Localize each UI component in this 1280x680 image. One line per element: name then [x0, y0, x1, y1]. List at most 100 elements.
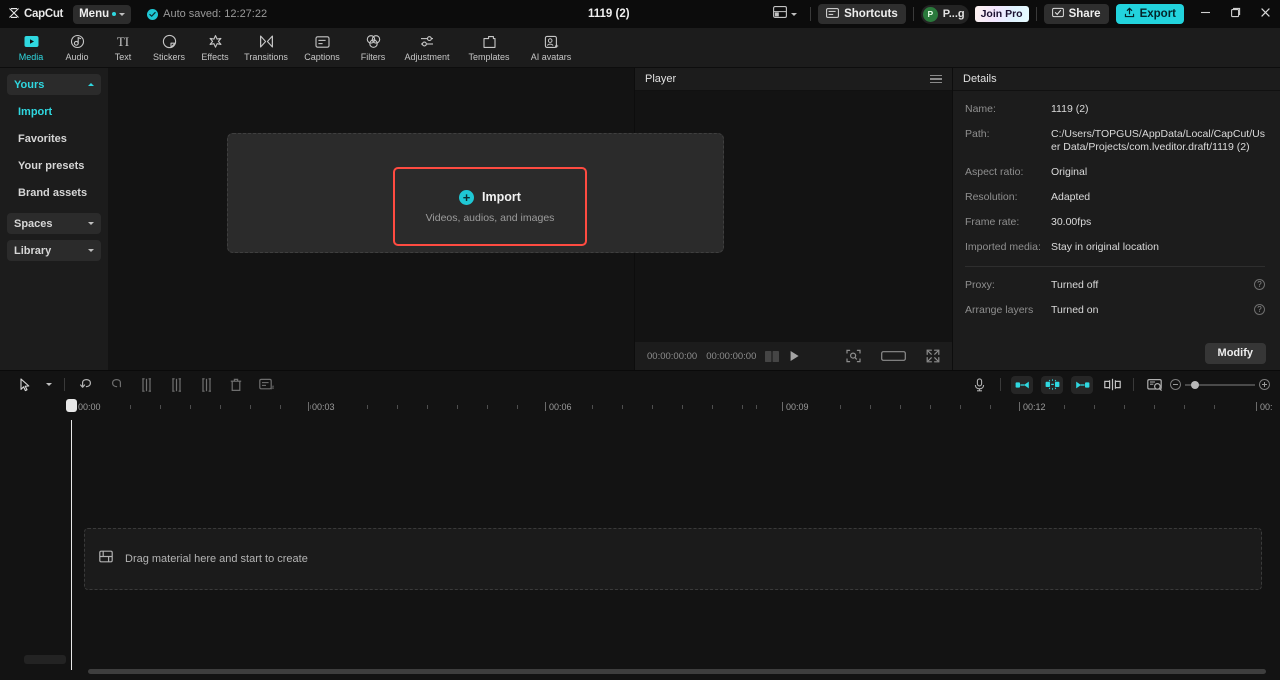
- details-footer: Modify: [953, 336, 1280, 370]
- tab-audio[interactable]: Audio: [54, 28, 100, 68]
- sidebar-item-your-presets[interactable]: Your presets: [7, 155, 101, 176]
- tab-captions[interactable]: Captions: [294, 28, 350, 68]
- snapshot-icon[interactable]: [846, 349, 861, 363]
- autosave-status: Auto saved: 12:27:22: [147, 8, 267, 20]
- details-title: Details: [963, 73, 997, 85]
- maximize-button[interactable]: [1220, 0, 1250, 28]
- menu-button[interactable]: Menu: [73, 4, 132, 24]
- minimize-button[interactable]: [1190, 0, 1220, 28]
- tab-text[interactable]: TI Text: [100, 28, 146, 68]
- keyboard-icon: [826, 7, 840, 21]
- join-pro-button[interactable]: Join Pro: [974, 6, 1029, 22]
- timeline-track-area[interactable]: Drag material here and start to create: [0, 420, 1280, 680]
- sidebar-item-brand-assets[interactable]: Brand assets: [7, 182, 101, 203]
- divider: [965, 266, 1265, 267]
- trim-right-icon[interactable]: [191, 371, 221, 398]
- help-icon[interactable]: ?: [1254, 304, 1265, 315]
- play-icon[interactable]: [789, 350, 800, 362]
- split-icon[interactable]: [131, 371, 161, 398]
- sidebar-item-label: Your presets: [18, 159, 85, 172]
- zoom-slider[interactable]: [1170, 379, 1270, 390]
- layout-button[interactable]: [767, 5, 803, 23]
- avatar: P: [922, 6, 938, 22]
- sidebar-item-import[interactable]: Import: [7, 101, 101, 122]
- delete-icon[interactable]: [221, 371, 251, 398]
- frames-icon[interactable]: [765, 350, 780, 362]
- divider: [1133, 378, 1134, 391]
- mirror-icon[interactable]: [1097, 371, 1127, 398]
- share-button[interactable]: Share: [1043, 4, 1109, 24]
- timeline-horizontal-scrollbar[interactable]: [88, 669, 1266, 674]
- chevron-up-icon: [88, 83, 94, 86]
- preview-scale-icon[interactable]: [1140, 371, 1170, 398]
- tab-templates[interactable]: Templates: [458, 28, 520, 68]
- sidebar-item-favorites[interactable]: Favorites: [7, 128, 101, 149]
- tab-media[interactable]: Media: [8, 28, 54, 68]
- import-button[interactable]: + Import Videos, audios, and images: [393, 167, 587, 246]
- microphone-icon[interactable]: [964, 371, 994, 398]
- details-body: Name: 1119 (2) Path: C:/Users/TOPGUS/App…: [953, 91, 1280, 336]
- modify-button[interactable]: Modify: [1204, 342, 1266, 364]
- hamburger-icon[interactable]: [930, 74, 942, 84]
- sidebar-item-yours[interactable]: Yours: [7, 74, 101, 95]
- timeline-vertical-stub: [24, 655, 66, 664]
- player-title: Player: [645, 73, 677, 85]
- detail-row-imported-media: Imported media: Stay in original locatio…: [965, 241, 1265, 254]
- zoom-in-icon[interactable]: [1259, 379, 1270, 390]
- detail-key: Arrange layers: [965, 304, 1034, 316]
- tab-label: AI avatars: [530, 52, 572, 62]
- sidebar-item-spaces[interactable]: Spaces: [7, 213, 101, 234]
- close-button[interactable]: [1250, 0, 1280, 28]
- keyframe-prev-icon[interactable]: [1011, 375, 1033, 394]
- fullscreen-icon[interactable]: [926, 349, 940, 363]
- tab-adjustment[interactable]: Adjustment: [396, 28, 458, 68]
- user-account[interactable]: P P...g: [920, 4, 969, 24]
- select-dropdown-icon[interactable]: [40, 371, 58, 398]
- zoom-track[interactable]: [1185, 380, 1255, 389]
- zoom-out-icon[interactable]: [1170, 379, 1181, 390]
- app-brand: CapCut: [8, 7, 63, 22]
- auto-captions-icon[interactable]: A: [251, 371, 281, 398]
- playhead-handle[interactable]: [66, 399, 77, 412]
- tab-effects[interactable]: Effects: [192, 28, 238, 68]
- import-subtitle: Videos, audios, and images: [425, 211, 555, 224]
- detail-key: Name:: [965, 103, 996, 115]
- autosave-text: Auto saved: 12:27:22: [163, 8, 268, 20]
- tab-transitions[interactable]: Transitions: [238, 28, 294, 68]
- close-icon: [1260, 5, 1271, 23]
- help-icon[interactable]: ?: [1254, 279, 1265, 290]
- ai-avatars-icon: [544, 33, 559, 50]
- track-drop-label: Drag material here and start to create: [125, 553, 308, 565]
- player-header: Player: [635, 68, 952, 91]
- tab-label: Stickers: [152, 52, 185, 62]
- redo-icon[interactable]: [101, 371, 131, 398]
- audio-icon: [70, 33, 85, 50]
- undo-icon[interactable]: [71, 371, 101, 398]
- tab-ai-avatars[interactable]: AI avatars: [520, 28, 582, 68]
- track-drop-zone[interactable]: Drag material here and start to create: [84, 528, 1262, 590]
- sidebar-item-library[interactable]: Library: [7, 240, 101, 261]
- project-title: 1119 (2): [588, 8, 630, 20]
- tab-stickers[interactable]: Stickers: [146, 28, 192, 68]
- detail-key: Resolution:: [965, 191, 1018, 203]
- select-tool-icon[interactable]: [10, 371, 40, 398]
- zoom-knob[interactable]: [1191, 380, 1199, 389]
- ratio-icon[interactable]: [881, 349, 906, 363]
- menu-label: Menu: [79, 8, 110, 20]
- trim-left-icon[interactable]: [161, 371, 191, 398]
- detail-value: C:/Users/TOPGUS/AppData/Local/CapCut/Use…: [1051, 128, 1265, 153]
- keyframe-add-icon[interactable]: [1041, 375, 1063, 394]
- chevron-down-icon: [88, 222, 94, 225]
- detail-value: Turned off: [1051, 279, 1099, 291]
- shortcuts-button[interactable]: Shortcuts: [818, 4, 906, 24]
- player-total-time: 00:00:00:00: [706, 350, 757, 362]
- avatar-name: P...g: [942, 8, 965, 20]
- keyframe-next-icon[interactable]: [1071, 375, 1093, 394]
- detail-row-aspect-ratio: Aspect ratio: Original: [965, 166, 1265, 179]
- ruler-label: 00:03: [312, 402, 335, 412]
- tab-label: Templates: [468, 52, 510, 62]
- tab-filters[interactable]: Filters: [350, 28, 396, 68]
- timeline-ruler[interactable]: 00:00 00:03 00:06 00:09 00:12 00:: [0, 398, 1280, 420]
- export-button[interactable]: Export: [1115, 4, 1184, 24]
- sidebar-item-label: Import: [18, 105, 53, 118]
